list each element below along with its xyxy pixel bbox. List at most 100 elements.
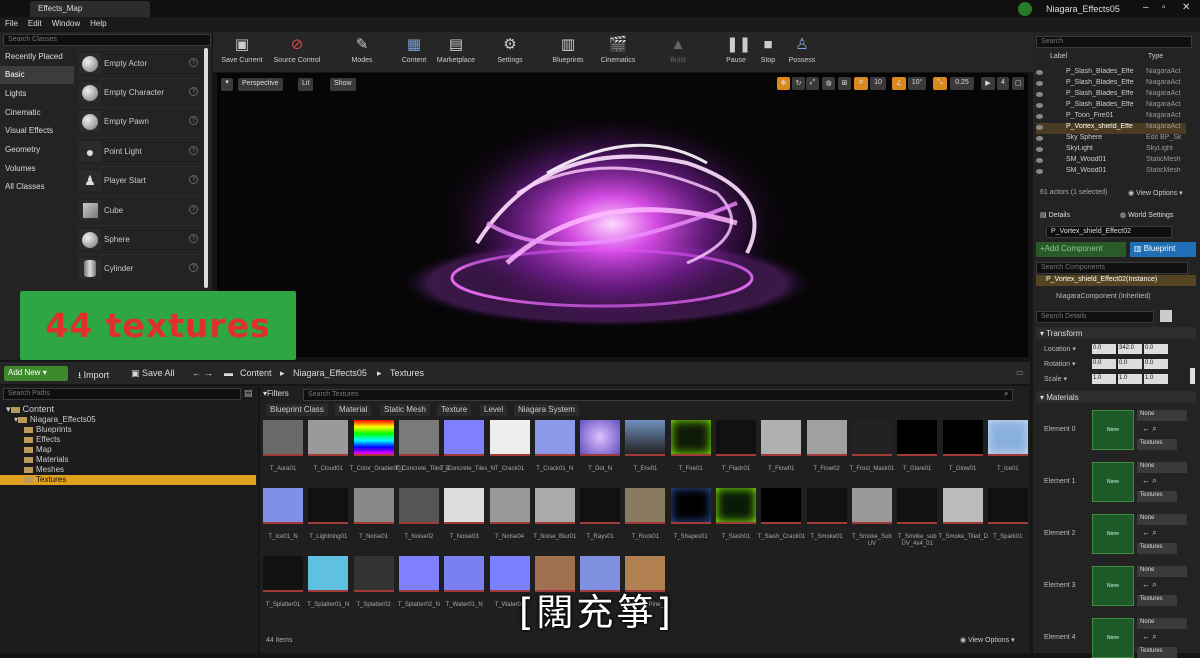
search-paths-input[interactable]: Search Paths xyxy=(3,388,241,400)
texture-thumbnail[interactable] xyxy=(308,488,349,524)
texture-thumbnail[interactable] xyxy=(580,420,621,456)
textures-dropdown[interactable]: Textures xyxy=(1137,439,1177,450)
texture-thumbnail[interactable] xyxy=(942,488,983,524)
texture-thumbnail[interactable] xyxy=(580,488,621,524)
textures-dropdown[interactable]: Textures xyxy=(1137,491,1177,502)
place-scrollbar[interactable] xyxy=(204,48,208,288)
perspective-button[interactable]: Perspective xyxy=(238,78,283,91)
world-space-icon[interactable]: ◍ xyxy=(822,77,835,90)
outliner-row[interactable]: SkyLight SkyLight xyxy=(1036,145,1186,156)
grid-size-value[interactable]: 10 xyxy=(870,77,886,90)
texture-thumbnail[interactable] xyxy=(625,420,666,456)
help-icon[interactable]: ? xyxy=(189,58,198,67)
texture-thumbnail[interactable] xyxy=(987,420,1028,456)
grid-snap-icon[interactable]: # xyxy=(854,77,868,90)
texture-thumbnail[interactable] xyxy=(670,488,711,524)
outliner-row[interactable]: P_Slash_Blades_Effe NiagaraAct xyxy=(1036,79,1186,90)
material-select[interactable]: None xyxy=(1137,566,1187,577)
tree-materials[interactable]: Materials xyxy=(0,455,256,465)
tree-map[interactable]: Map xyxy=(0,445,256,455)
settings-button[interactable]: ⚙ Settings xyxy=(484,32,536,72)
outliner-row[interactable]: P_Slash_Blades_Effe NiagaraAct xyxy=(1036,68,1186,79)
outliner-row[interactable]: SM_Wood01 StaticMesh xyxy=(1036,156,1186,167)
scale-y[interactable]: 1.0 xyxy=(1118,374,1142,384)
filter-level[interactable]: Level xyxy=(480,404,508,416)
material-select[interactable]: None xyxy=(1137,618,1187,629)
material-thumbnail[interactable]: None xyxy=(1092,410,1134,450)
texture-thumbnail[interactable] xyxy=(761,488,802,524)
scale-snap-value[interactable]: 0.25 xyxy=(950,77,974,90)
paths-options-icon[interactable]: ▤ xyxy=(244,388,253,399)
scale-z[interactable]: 1.0 xyxy=(1144,374,1168,384)
niagara-component-row[interactable]: NiagaraComponent (Inherited) xyxy=(1056,293,1151,300)
use-selected-arrow-icon[interactable]: ← ⌕ xyxy=(1142,580,1157,590)
texture-thumbnail[interactable] xyxy=(353,488,394,524)
place-item-empty-actor[interactable]: Empty Actor? xyxy=(76,49,204,76)
use-selected-arrow-icon[interactable]: ← ⌕ xyxy=(1142,476,1157,486)
texture-thumbnail[interactable] xyxy=(761,420,802,456)
place-item-point-light[interactable]: ● Point Light? xyxy=(76,137,204,164)
help-icon[interactable]: ? xyxy=(189,116,198,125)
marketplace-button[interactable]: ▤ Marketplace xyxy=(430,32,482,72)
rotate-tool-icon[interactable]: ↻ xyxy=(792,77,805,90)
filter-static-mesh[interactable]: Static Mesh xyxy=(380,404,430,416)
materials-section[interactable]: ▾ Materials xyxy=(1036,391,1196,403)
camera-speed-icon[interactable]: ▶ xyxy=(981,77,995,90)
tree-textures[interactable]: Textures xyxy=(0,475,256,485)
texture-thumbnail[interactable] xyxy=(489,420,530,456)
tree-blueprints[interactable]: Blueprints xyxy=(0,425,256,435)
texture-thumbnail[interactable] xyxy=(534,488,575,524)
instance-row[interactable]: P_Vortex_shield_Effect02(Instance) xyxy=(1036,275,1196,286)
texture-thumbnail[interactable] xyxy=(806,420,847,456)
outliner-search-input[interactable]: Search xyxy=(1036,36,1192,48)
build-button[interactable]: ▲ Build xyxy=(652,32,704,72)
texture-thumbnail[interactable] xyxy=(308,420,349,456)
menu-window[interactable]: Window xyxy=(47,17,85,30)
blueprints-button[interactable]: ▥ Blueprints xyxy=(542,32,594,72)
category-basic[interactable]: Basic xyxy=(0,66,74,84)
visibility-eye-icon[interactable] xyxy=(1036,114,1043,119)
breadcrumb-niagara[interactable]: Niagara_Effects05 xyxy=(293,368,367,378)
place-item-empty-character[interactable]: Empty Character? xyxy=(76,78,204,105)
category-geometry[interactable]: Geometry xyxy=(0,141,74,159)
modes-button[interactable]: ✎ Modes xyxy=(336,32,388,72)
visibility-eye-icon[interactable] xyxy=(1036,81,1043,86)
viewport-options-dropdown[interactable]: ▾ xyxy=(221,78,233,91)
tree-effects[interactable]: Effects xyxy=(0,435,256,445)
visibility-eye-icon[interactable] xyxy=(1036,136,1043,141)
menu-file[interactable]: File xyxy=(0,17,23,30)
help-icon[interactable]: ? xyxy=(189,234,198,243)
textures-dropdown[interactable]: Textures xyxy=(1137,543,1177,554)
filter-blueprint-class[interactable]: Blueprint Class xyxy=(266,404,328,416)
source-control-button[interactable]: ⊘ Source Control xyxy=(268,32,326,72)
material-select[interactable]: None xyxy=(1137,462,1187,473)
texture-thumbnail[interactable] xyxy=(716,420,756,456)
transform-section[interactable]: ▾ Transform xyxy=(1036,327,1196,339)
help-icon[interactable]: ? xyxy=(189,205,198,214)
texture-thumbnail[interactable] xyxy=(398,420,439,456)
view-options-button[interactable]: ◉ View Options ▾ xyxy=(960,636,1015,644)
rotation-y[interactable]: 0.0 xyxy=(1118,359,1142,369)
show-button[interactable]: Show xyxy=(330,78,356,91)
add-new-button[interactable]: Add New ▾ xyxy=(4,366,68,381)
texture-thumbnail[interactable] xyxy=(670,420,711,456)
scale-x[interactable]: 1.0 xyxy=(1092,374,1116,384)
use-selected-arrow-icon[interactable]: ← ⌕ xyxy=(1142,632,1157,642)
lock-icon[interactable]: ▭ xyxy=(1016,368,1024,377)
tab-world-settings[interactable]: ◍ World Settings xyxy=(1120,211,1173,219)
texture-thumbnail[interactable] xyxy=(444,556,485,592)
outliner-view-options[interactable]: ◉ View Options ▾ xyxy=(1128,189,1183,197)
place-item-cylinder[interactable]: Cylinder? xyxy=(76,254,204,281)
details-scrollbar[interactable] xyxy=(1190,368,1195,384)
texture-thumbnail[interactable] xyxy=(851,488,892,524)
texture-thumbnail[interactable] xyxy=(444,420,485,456)
material-select[interactable]: None xyxy=(1137,514,1187,525)
category-recently-placed[interactable]: Recently Placed xyxy=(0,48,74,66)
place-item-sphere[interactable]: Sphere? xyxy=(76,225,204,252)
tree-content[interactable]: ▾ Content xyxy=(0,404,256,414)
surface-snap-icon[interactable]: ⊞ xyxy=(838,77,851,90)
texture-thumbnail[interactable] xyxy=(851,420,892,456)
texture-thumbnail[interactable] xyxy=(353,420,394,456)
location-z[interactable]: 0.0 xyxy=(1144,344,1168,354)
textures-dropdown[interactable]: Textures xyxy=(1137,595,1177,606)
